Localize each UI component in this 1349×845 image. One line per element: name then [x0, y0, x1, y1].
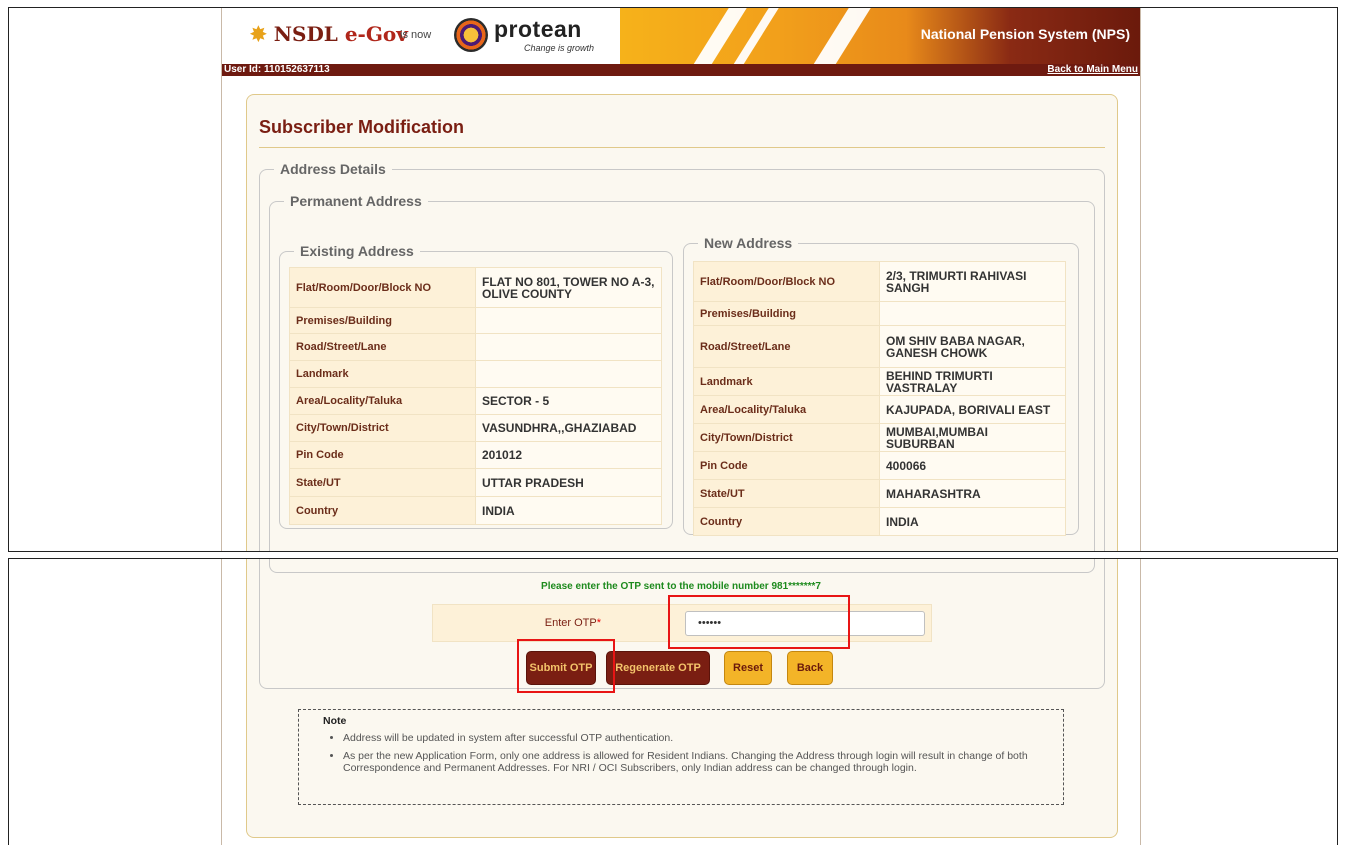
table-row: Pin Code 201012: [289, 441, 662, 469]
is-now-text: is now: [400, 29, 432, 41]
table-row: Premises/Building: [289, 307, 662, 334]
user-bar: User Id: 110152637113 Back to Main Menu: [222, 64, 1140, 76]
otp-label: Enter OTP*: [544, 617, 601, 629]
reset-button[interactable]: Reset: [724, 651, 772, 685]
submit-highlight-box: [517, 639, 615, 693]
page-container: ✸ NSDL e-Gov is now protean Change is gr…: [221, 8, 1141, 551]
table-row: Pin Code 400066: [693, 451, 1066, 480]
protean-logo-icon: [454, 18, 488, 52]
table-row: Flat/Room/Door/Block NO FLAT NO 801, TOWE…: [289, 267, 662, 308]
table-row: Premises/Building: [693, 301, 1066, 326]
page-container: Please enter the OTP sent to the mobile …: [221, 559, 1141, 845]
otp-highlight-box: [668, 595, 850, 649]
table-row: Area/Locality/Taluka SECTOR - 5: [289, 387, 662, 415]
permanent-address-fieldset-bottom: [269, 559, 1095, 573]
system-title: National Pension System (NPS): [920, 26, 1130, 42]
screenshot-bottom: Please enter the OTP sent to the mobile …: [8, 558, 1338, 845]
table-row: Country INDIA: [289, 496, 662, 525]
note-item: Address will be updated in system after …: [343, 732, 1039, 744]
table-row: State/UT UTTAR PRADESH: [289, 468, 662, 497]
new-address-legend: New Address: [704, 235, 793, 251]
note-box: Note Address will be updated in system a…: [298, 709, 1064, 805]
screenshot-top: ✸ NSDL e-Gov is now protean Change is gr…: [8, 7, 1338, 552]
protean-tagline: Change is growth: [524, 43, 595, 53]
table-row: Country INDIA: [693, 507, 1066, 536]
table-row: City/Town/District MUMBAI,MUMBAI SUBURBAN: [693, 423, 1066, 452]
address-details-legend: Address Details: [280, 161, 386, 177]
header-banner: ✸ NSDL e-Gov is now protean Change is gr…: [222, 8, 1140, 64]
form-card: Subscriber Modification Address Details …: [246, 94, 1118, 551]
back-to-main-menu-link[interactable]: Back to Main Menu: [1047, 64, 1138, 76]
user-id: User Id: 110152637113: [224, 64, 330, 75]
back-button[interactable]: Back: [787, 651, 833, 685]
nsdl-logo: ✸ NSDL e-Gov: [250, 22, 408, 46]
table-row: Landmark: [289, 360, 662, 388]
note-heading: Note: [323, 715, 347, 727]
regenerate-otp-button[interactable]: Regenerate OTP: [606, 651, 710, 685]
existing-address-legend: Existing Address: [300, 243, 414, 259]
note-item: As per the new Application Form, only on…: [343, 750, 1039, 774]
table-row: Flat/Room/Door/Block NO 2/3, TRIMURTI RAH…: [693, 261, 1066, 302]
otp-message: Please enter the OTP sent to the mobile …: [541, 581, 821, 592]
table-row: Area/Locality/Taluka KAJUPADA, BORIVALI E…: [693, 395, 1066, 424]
new-address-table: Flat/Room/Door/Block NO 2/3, TRIMURTI RAH…: [693, 261, 1066, 536]
table-row: City/Town/District VASUNDHRA,,GHAZIABAD: [289, 414, 662, 442]
table-row: State/UT MAHARASHTRA: [693, 479, 1066, 508]
table-row: Landmark BEHIND TRIMURTI VASTRALAY: [693, 367, 1066, 396]
protean-brand: protean: [494, 16, 582, 42]
existing-address-table: Flat/Room/Door/Block NO FLAT NO 801, TOWE…: [289, 267, 662, 525]
table-row: Road/Street/Lane OM SHIV BABA NAGAR, GANE…: [693, 325, 1066, 368]
table-row: Road/Street/Lane: [289, 333, 662, 361]
note-list: Address will be updated in system after …: [323, 732, 1039, 774]
permanent-address-legend: Permanent Address: [290, 193, 422, 209]
page-title: Subscriber Modification: [259, 117, 465, 137]
